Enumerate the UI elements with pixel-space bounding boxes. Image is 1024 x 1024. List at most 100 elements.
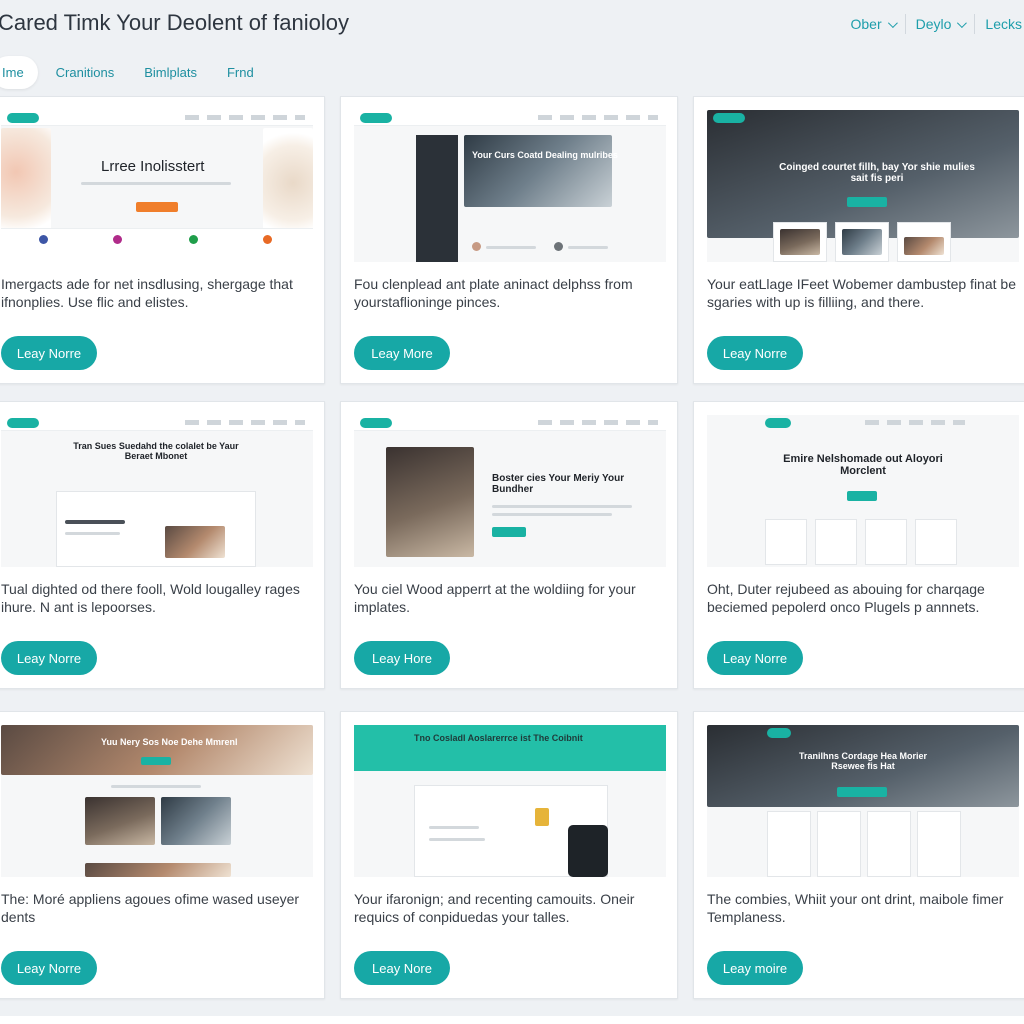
thumb-navbar <box>1 415 313 431</box>
thumb-heading: Yuu Nery Sos Noe Dehe Mmrenl <box>101 737 238 747</box>
feature-icon <box>39 235 48 244</box>
learn-more-button[interactable]: Leay More <box>354 336 450 370</box>
learn-more-button[interactable]: Leay Norre <box>1 641 97 675</box>
card-description: Your ifaronign; and recenting camouits. … <box>354 891 635 925</box>
thumb-heading: Emire Nelshomade out Aloyori Morclent <box>783 453 943 477</box>
thumb-mini-card <box>835 222 889 262</box>
thumb-team-card <box>767 811 811 877</box>
thumb-heading: Tran Sues Suedahd the colalet be Yaur Be… <box>73 441 239 461</box>
card-description: The combies, Whiit your ont drint, maibo… <box>707 891 1004 925</box>
thumb-hero-photo <box>464 135 612 207</box>
thumb-product-image <box>535 808 549 826</box>
thumb-navbar <box>1 110 313 126</box>
avatar <box>472 242 481 251</box>
template-card[interactable]: Tno Cosladl Aoslarerrce ist The Coibnit … <box>340 711 678 999</box>
thumb-cta <box>847 491 877 501</box>
thumb-heading: Coinged courtet fillh, bay Yor shie muli… <box>779 162 975 184</box>
thumb-video <box>161 797 231 845</box>
thumb-heading: Lrree Inolisstert <box>101 158 205 175</box>
thumb-hero-band <box>354 725 666 771</box>
logo <box>765 418 791 428</box>
thumb-cta <box>136 202 178 212</box>
template-card[interactable]: Boster cies Your Meriy Your Bundher You … <box>340 401 678 689</box>
template-card[interactable]: Yuu Nery Sos Noe Dehe Mmrenl The: Moré a… <box>0 711 325 999</box>
thumb-photo <box>842 229 882 255</box>
thumb-photo <box>780 229 820 255</box>
template-card[interactable]: Tran Sues Suedahd the colalet be Yaur Be… <box>0 401 325 689</box>
template-thumbnail[interactable]: Coinged courtet fillh, bay Yor shie muli… <box>707 110 1019 262</box>
feature-icon <box>189 235 198 244</box>
thumb-nav-links <box>185 420 305 425</box>
thumb-text-line <box>492 505 632 508</box>
thumb-heading: Tranilhns Cordage Hea Morier Rsewee fis … <box>798 751 928 771</box>
thumb-navbar <box>354 415 666 431</box>
thumb-nav-links <box>185 115 305 120</box>
template-thumbnail[interactable]: Yuu Nery Sos Noe Dehe Mmrenl <box>1 725 313 877</box>
thumb-text-line <box>81 182 231 185</box>
template-thumbnail[interactable]: Emire Nelshomade out Aloyori Morclent <box>707 415 1019 567</box>
thumb-navbar <box>354 110 666 126</box>
thumb-mini-card <box>773 222 827 262</box>
logo <box>713 113 745 123</box>
thumb-text-line <box>486 246 536 249</box>
thumb-browser-window <box>56 491 256 567</box>
template-card[interactable]: Emire Nelshomade out Aloyori Morclent Oh… <box>693 401 1024 689</box>
logo <box>7 113 39 123</box>
thumb-team-card <box>817 811 861 877</box>
avatar <box>554 242 563 251</box>
thumb-cta <box>847 197 887 207</box>
template-thumbnail[interactable]: Boster cies Your Meriy Your Bundher <box>354 415 666 567</box>
logo <box>360 418 392 428</box>
learn-more-button[interactable]: Leay Norre <box>1 336 97 370</box>
logo <box>7 418 39 428</box>
learn-more-button[interactable]: Leay Norre <box>707 336 803 370</box>
thumb-text-line <box>492 513 612 516</box>
thumb-text-line <box>429 826 479 829</box>
learn-more-button[interactable]: Leay Hore <box>354 641 450 675</box>
thumb-text-line <box>429 838 485 841</box>
card-description: Fou clenplead ant plate aninact delphss … <box>354 276 633 310</box>
template-thumbnail[interactable]: Tranilhns Cordage Hea Morier Rsewee fis … <box>707 725 1019 877</box>
template-thumbnail[interactable]: Your Curs Coatd Dealing mulribes <box>354 110 666 262</box>
thumb-photo <box>904 237 944 255</box>
thumb-feature-row <box>1 228 313 262</box>
learn-more-button[interactable]: Leay Nore <box>354 951 450 985</box>
card-description: Your eatLlage IFeet Wobemer dambustep fi… <box>707 276 1016 310</box>
template-thumbnail[interactable]: Tno Cosladl Aoslarerrce ist The Coibnit <box>354 725 666 877</box>
thumb-sidebar <box>416 135 458 262</box>
decorative-illustration <box>1 128 51 238</box>
thumb-heading: Tno Cosladl Aoslarerrce ist The Coibnit <box>414 733 583 743</box>
thumb-mini-card <box>897 222 951 262</box>
thumb-nav-links <box>538 420 658 425</box>
thumb-mini-card <box>815 519 857 565</box>
thumb-heading: Boster cies Your Meriy Your Bundher <box>492 473 625 495</box>
card-description: Oht, Duter rejubeed as abouing for charq… <box>707 581 985 615</box>
thumb-phone <box>568 825 608 877</box>
template-card[interactable]: Your Curs Coatd Dealing mulribes Fou cle… <box>340 96 678 384</box>
learn-more-button[interactable]: Leay Norre <box>707 641 803 675</box>
thumb-hero-photo <box>1 725 313 775</box>
card-description: Imergacts ade for net insdlusing, sherga… <box>1 276 293 310</box>
template-card[interactable]: Lrree Inolisstert Imergacts ade for net … <box>0 96 325 384</box>
learn-more-button[interactable]: Leay moire <box>707 951 803 985</box>
learn-more-button[interactable]: Leay Norre <box>1 951 97 985</box>
template-thumbnail[interactable]: Lrree Inolisstert <box>1 110 313 262</box>
feature-icon <box>113 235 122 244</box>
thumb-cta <box>492 527 526 537</box>
template-card[interactable]: Tranilhns Cordage Hea Morier Rsewee fis … <box>693 711 1024 999</box>
thumb-cta <box>837 787 887 797</box>
card-description: You ciel Wood apperrt at the woldiing fo… <box>354 581 636 615</box>
card-description: The: Moré appliens agoues ofime wased us… <box>1 891 300 925</box>
logo <box>767 728 791 738</box>
thumb-photo-strip <box>85 863 231 877</box>
thumb-team-card <box>917 811 961 877</box>
template-card[interactable]: Coinged courtet fillh, bay Yor shie muli… <box>693 96 1024 384</box>
thumb-heading: Your Curs Coatd Dealing mulribes <box>472 150 618 160</box>
thumb-photo <box>85 797 155 845</box>
logo <box>360 113 392 123</box>
thumb-mini-card <box>915 519 957 565</box>
thumb-photo <box>165 526 225 558</box>
decorative-illustration <box>263 128 313 238</box>
thumb-cta <box>141 757 171 765</box>
template-thumbnail[interactable]: Tran Sues Suedahd the colalet be Yaur Be… <box>1 415 313 567</box>
